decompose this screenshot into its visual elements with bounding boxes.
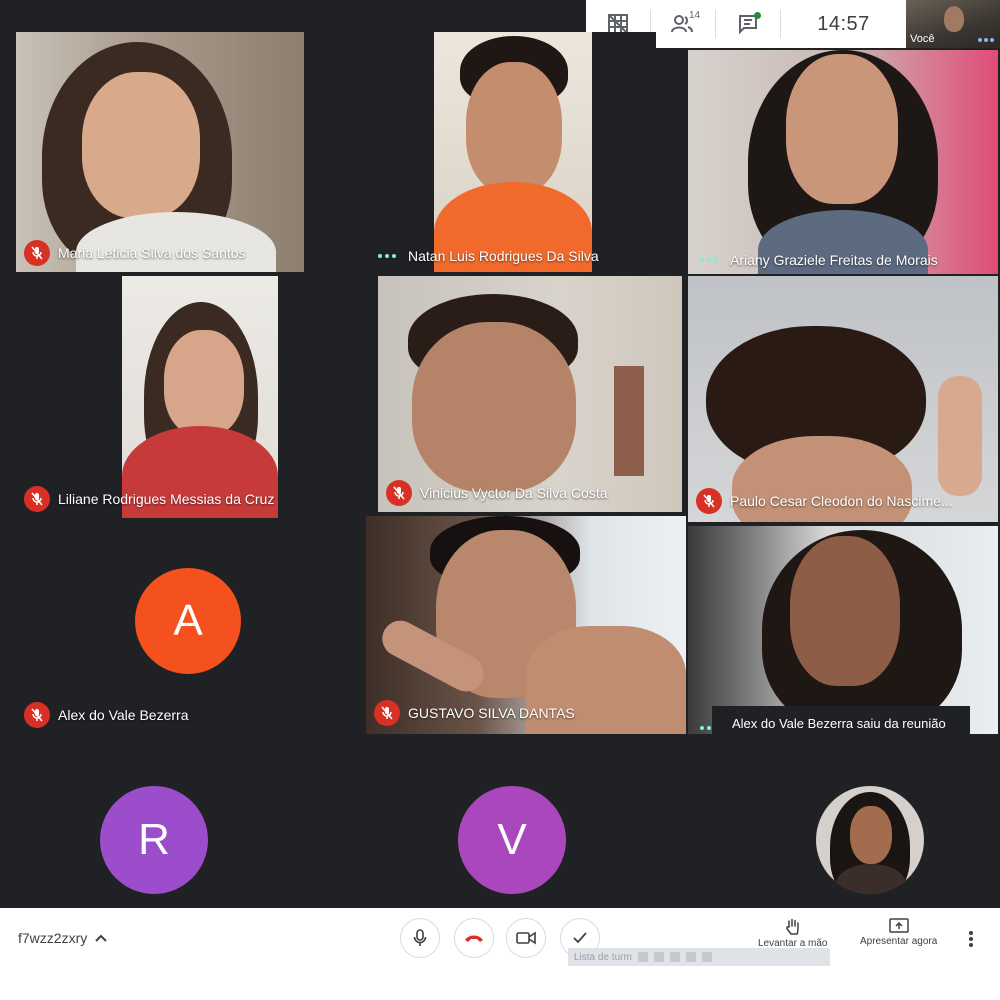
participant-video [688, 526, 998, 734]
self-view-tile[interactable]: Você [906, 0, 1000, 48]
participant-avatar[interactable]: R [100, 786, 208, 894]
overlay-icon [701, 952, 712, 962]
checkmark-icon [573, 932, 587, 944]
overlay-icon [653, 952, 664, 962]
participant-name-row: Liliane Rodrigues Messias da Cruz [24, 486, 274, 512]
mic-off-icon [24, 702, 50, 728]
chat-button[interactable] [716, 0, 780, 48]
meeting-code: f7wzz2zxry [18, 930, 88, 946]
participant-name: Ariany Graziele Freitas de Morais [730, 252, 938, 268]
overlay-icon [669, 952, 680, 962]
mic-off-icon [374, 700, 400, 726]
self-video [944, 6, 964, 32]
more-vert-icon [969, 931, 973, 947]
mic-off-icon [386, 480, 412, 506]
raise-hand-label: Levantar a mão [758, 938, 828, 949]
unread-indicator [754, 12, 761, 19]
speaking-indicator-icon [374, 254, 400, 258]
present-label: Apresentar agora [860, 936, 938, 947]
camera-button[interactable] [506, 918, 546, 958]
participant-tile[interactable]: Liliane Rodrigues Messias da Cruz [16, 276, 356, 518]
overlay-text: Lista de turm [574, 951, 632, 963]
meeting-details-button[interactable]: f7wzz2zxry [18, 930, 107, 946]
participant-tile[interactable]: Maria Leticia Silva dos Santos [16, 32, 304, 272]
participant-photo-avatar[interactable] [816, 786, 924, 894]
participant-video [16, 32, 304, 272]
participant-name-row: Paulo Cesar Cleodon do Nascime... [696, 488, 953, 514]
participant-tile[interactable]: Paulo Cesar Cleodon do Nascime... [688, 276, 998, 522]
participant-name: GUSTAVO SILVA DANTAS [408, 705, 575, 721]
mic-off-icon [24, 486, 50, 512]
left-meeting-notification: Alex do Vale Bezerra saiu da reunião [712, 706, 970, 740]
chevron-up-icon [95, 934, 107, 942]
microphone-button[interactable] [400, 918, 440, 958]
participant-count: 14 [689, 10, 701, 21]
participant-name: Paulo Cesar Cleodon do Nascime... [730, 493, 953, 509]
clock: 14:57 [817, 12, 870, 35]
participant-tile[interactable]: Ariany Graziele Freitas de Morais [688, 50, 998, 274]
participant-video [688, 276, 998, 522]
participant-name: Vinicius Vyctor Da Silva Costa [420, 485, 608, 501]
participant-tile[interactable]: Natan Luis Rodrigues Da Silva [366, 32, 656, 272]
present-now-button[interactable]: Apresentar agora [860, 918, 937, 947]
mic-off-icon [696, 488, 722, 514]
participant-tile[interactable] [688, 526, 998, 734]
participant-name: Alex do Vale Bezerra [58, 707, 189, 723]
participant-tile[interactable]: GUSTAVO SILVA DANTAS [366, 516, 686, 734]
participant-name: Liliane Rodrigues Messias da Cruz [58, 491, 275, 507]
participant-name: Natan Luis Rodrigues Da Silva [408, 248, 599, 264]
raise-hand-icon [785, 918, 799, 935]
present-screen-icon [888, 918, 909, 933]
extension-overlay-strip: Lista de turm [568, 948, 830, 966]
participant-avatar: A [135, 568, 241, 674]
participant-tile[interactable]: Vinicius Vyctor Da Silva Costa [378, 276, 682, 512]
overlay-icon [637, 952, 648, 962]
participant-name-row: Ariany Graziele Freitas de Morais [696, 252, 938, 268]
participant-video [434, 32, 592, 272]
more-options-button[interactable] [968, 930, 974, 953]
participant-video [688, 50, 998, 274]
overlay-icon [685, 952, 696, 962]
microphone-icon [413, 929, 427, 946]
more-options-icon[interactable] [978, 38, 994, 42]
raise-hand-button[interactable]: Levantar a mão [758, 918, 828, 949]
participant-avatar[interactable]: V [458, 786, 566, 894]
self-label: Você [910, 33, 935, 45]
video-camera-icon [516, 931, 536, 945]
participant-video [122, 276, 278, 518]
participant-name-row: GUSTAVO SILVA DANTAS [374, 700, 575, 726]
participant-name-row: Vinicius Vyctor Da Silva Costa [386, 480, 608, 506]
hang-up-icon [465, 935, 483, 942]
participant-name-row: Natan Luis Rodrigues Da Silva [374, 248, 599, 264]
participants-button[interactable]: 14 [651, 0, 715, 48]
hang-up-button[interactable] [454, 918, 494, 958]
participant-name-row: Maria Leticia Silva dos Santos [24, 240, 246, 266]
speaking-indicator-icon [696, 258, 722, 262]
participant-name-row: Alex do Vale Bezerra [24, 702, 188, 728]
meeting-controls-bar: f7wzz2zxry Lista de turm Levantar a mão … [0, 908, 1000, 1000]
participant-tile[interactable]: A Alex do Vale Bezerra [16, 522, 356, 736]
mic-off-icon [24, 240, 50, 266]
participant-video [378, 276, 682, 512]
participant-name: Maria Leticia Silva dos Santos [58, 245, 246, 261]
